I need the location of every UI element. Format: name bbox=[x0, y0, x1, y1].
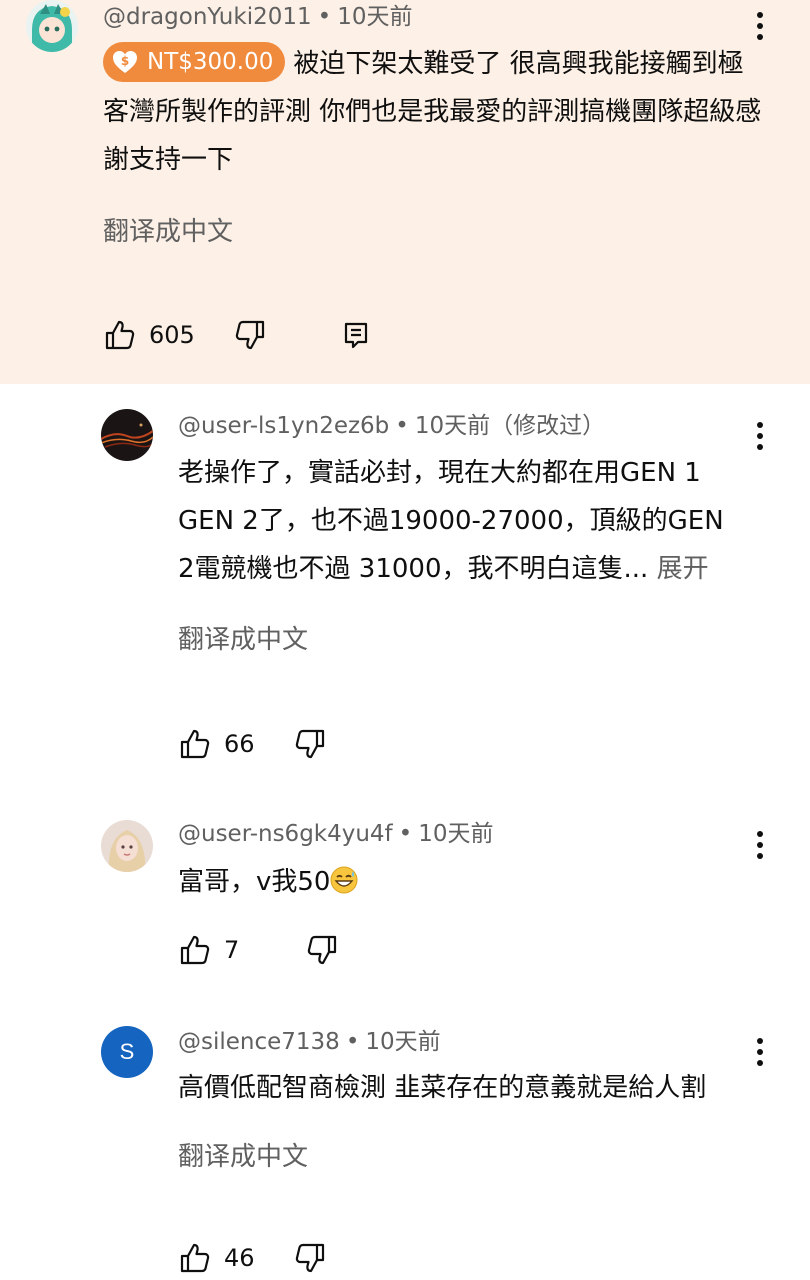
comment-time: 10天前 bbox=[337, 4, 413, 30]
more-vert-icon bbox=[757, 12, 763, 40]
dislike-icon bbox=[235, 320, 264, 350]
dislike-button[interactable] bbox=[233, 318, 267, 352]
avatar[interactable] bbox=[26, 0, 78, 52]
like-button[interactable] bbox=[178, 933, 212, 967]
like-count: 66 bbox=[224, 730, 255, 758]
more-vert-icon bbox=[757, 831, 763, 859]
comment-text-container: 富哥，v我50 bbox=[178, 858, 778, 906]
author-name[interactable]: @silence7138 bbox=[178, 1029, 340, 1055]
avatar-letter: S bbox=[119, 1039, 135, 1064]
comment-time: 10天前 bbox=[414, 413, 491, 439]
author-name[interactable]: @user-ls1yn2ez6b bbox=[178, 413, 389, 439]
like-button[interactable] bbox=[178, 727, 212, 761]
more-vert-icon bbox=[757, 1038, 763, 1066]
comment-2: @user-ls1yn2ez6b • 10天前（修改过） 老操作了，實話必封，現在大… bbox=[0, 384, 810, 784]
like-count: 46 bbox=[224, 1244, 255, 1272]
super-thanks-icon: $ bbox=[113, 50, 137, 73]
comment-text: 老操作了，實話必封，現在大約都在用GEN 1 GEN 2了，也不過19000-2… bbox=[178, 458, 724, 584]
comment-text: 富哥，v我50 bbox=[178, 867, 331, 897]
author-name[interactable]: @user-ns6gk4yu4f bbox=[178, 821, 393, 847]
comment-text-container: 高價低配智商檢測 韭菜存在的意義就是給人割 bbox=[178, 1064, 778, 1112]
dislike-icon bbox=[295, 1243, 324, 1273]
grin-sweat-emoji bbox=[330, 866, 358, 893]
svg-text:$: $ bbox=[121, 54, 129, 68]
comment-3: @user-ns6gk4yu4f • 10天前 富哥，v我50 7 bbox=[0, 800, 810, 1000]
dislike-button[interactable] bbox=[293, 1241, 327, 1275]
expand-link[interactable]: 展开 bbox=[657, 554, 709, 584]
like-button[interactable] bbox=[103, 318, 137, 352]
comment-text-container: 老操作了，實話必封，現在大約都在用GEN 1 GEN 2了，也不過19000-2… bbox=[178, 449, 746, 593]
like-icon bbox=[180, 935, 210, 965]
like-icon bbox=[105, 320, 135, 350]
comment-text: 高價低配智商檢測 韭菜存在的意義就是給人割 bbox=[178, 1073, 707, 1103]
translate-button[interactable]: 翻译成中文 bbox=[178, 1141, 308, 1173]
avatar[interactable] bbox=[101, 409, 153, 461]
reply-button[interactable] bbox=[339, 318, 373, 352]
like-icon bbox=[180, 729, 210, 759]
comment-actions: 7 bbox=[178, 930, 339, 970]
more-options-button[interactable] bbox=[750, 416, 770, 456]
comment-actions: 66 bbox=[178, 724, 327, 764]
comment-meta: @dragonYuki2011 • 10天前 bbox=[103, 4, 413, 30]
like-count: 7 bbox=[224, 936, 240, 964]
author-name[interactable]: @dragonYuki2011 bbox=[103, 4, 312, 30]
translate-button[interactable]: 翻译成中文 bbox=[103, 216, 233, 248]
super-thanks-amount: NT$300.00 bbox=[147, 48, 274, 75]
translate-button[interactable]: 翻译成中文 bbox=[178, 624, 308, 656]
comment-meta: @user-ls1yn2ez6b • 10天前（修改过） bbox=[178, 413, 606, 439]
comment-actions: 46 bbox=[178, 1238, 327, 1278]
more-vert-icon bbox=[757, 422, 763, 450]
comment-text-container: $ NT$300.00 被迫下架太難受了 很高興我能接觸到極客灣所製作的評測 你… bbox=[103, 40, 763, 184]
comment-time: 10天前 bbox=[418, 821, 494, 847]
comment-1: @dragonYuki2011 • 10天前 $ NT$300.00 被迫下架太難受… bbox=[0, 0, 810, 384]
reply-icon bbox=[344, 322, 367, 349]
like-count: 605 bbox=[149, 321, 195, 349]
comment-time: 10天前 bbox=[365, 1029, 441, 1055]
dislike-icon bbox=[295, 729, 324, 759]
comment-4: S @silence7138 • 10天前 高價低配智商檢測 韭菜存在的意義就是給人… bbox=[0, 1008, 810, 1280]
dislike-button[interactable] bbox=[305, 933, 339, 967]
comment-meta: @silence7138 • 10天前 bbox=[178, 1029, 441, 1055]
dislike-button[interactable] bbox=[293, 727, 327, 761]
edited-label: （修改过） bbox=[490, 413, 606, 439]
super-thanks-badge: $ NT$300.00 bbox=[103, 41, 286, 82]
avatar[interactable]: S bbox=[101, 1026, 153, 1078]
comment-meta: @user-ns6gk4yu4f • 10天前 bbox=[178, 821, 494, 847]
like-button[interactable] bbox=[178, 1241, 212, 1275]
like-icon bbox=[180, 1243, 210, 1273]
avatar[interactable] bbox=[101, 820, 153, 872]
dislike-icon bbox=[308, 935, 337, 965]
comment-actions: 605 bbox=[103, 315, 373, 355]
